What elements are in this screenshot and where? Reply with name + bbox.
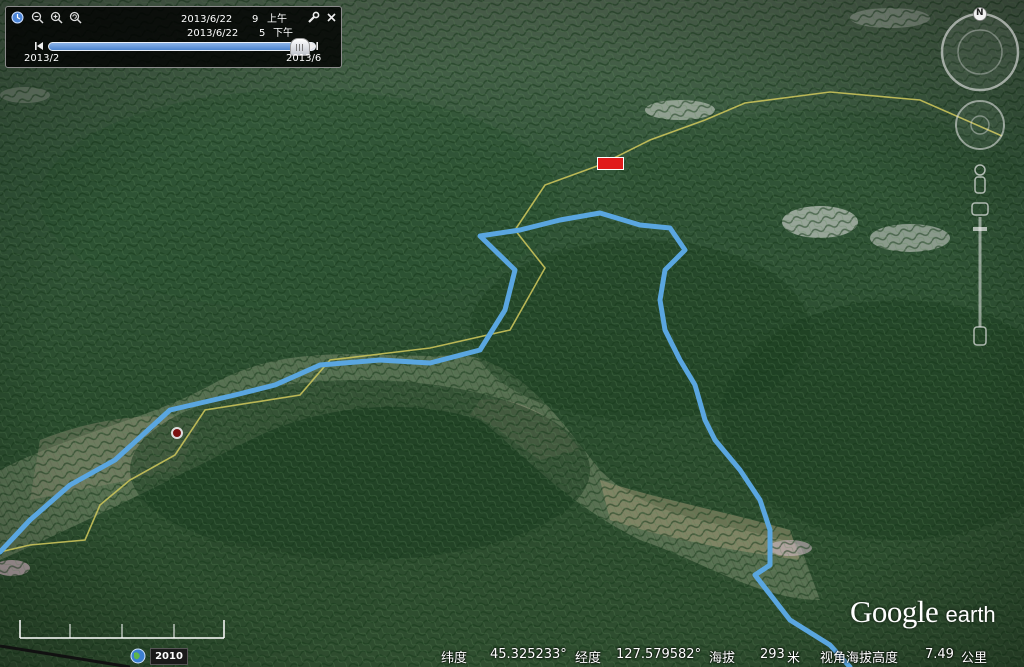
clock-icon[interactable] [10,10,24,24]
time-slider-fill [49,43,301,50]
end-date: 2013/6/22 [187,28,239,39]
end-hour: 5 [259,28,266,39]
skip-forward-icon[interactable] [307,39,321,53]
status-bar: 纬度 45.325233° 经度 127.579582° 海拔 293 米 视角… [0,644,1024,667]
elevation-label: 海拔 [709,651,736,666]
time-slider-panel: 2013/6/22 9 上午 2013/6/22 5 下午 2013/2 201… [5,6,342,68]
time-slider-track[interactable] [48,42,316,51]
latitude-label: 纬度 [441,651,468,666]
eye-altitude-unit: 公里 [961,651,988,666]
begin-date: 2013/6/22 [181,14,233,25]
look-joystick[interactable] [955,100,1005,150]
pegman-icon[interactable] [974,164,986,194]
location-pin-icon[interactable] [171,427,183,439]
north-label: N [976,8,984,18]
elevation-unit: 米 [787,651,801,666]
skip-back-icon[interactable] [32,39,46,53]
zoom-reset-icon[interactable] [68,10,82,24]
elevation-value: 293 [760,647,785,662]
satellite-terrain[interactable] [0,0,1024,667]
range-end-label: 2013/6 [286,53,322,64]
end-period: 下午 [273,28,293,39]
zoom-out-icon[interactable] [30,10,44,24]
earth-wordmark: earth [945,602,996,627]
longitude-value: 127.579582° [616,647,702,662]
red-placemark[interactable] [597,157,624,170]
google-wordmark: Google [850,594,939,629]
eye-altitude-label: 视角海拔高度 [820,651,899,666]
scale-legend [19,620,225,639]
zoom-slider[interactable] [971,202,989,346]
eye-altitude-value: 7.49 [925,647,954,662]
begin-period: 上午 [267,14,287,25]
zoom-in-icon[interactable] [49,10,63,24]
map-view[interactable]: 2013/6/22 9 上午 2013/6/22 5 下午 2013/2 201… [0,0,1024,667]
longitude-label: 经度 [575,651,602,666]
close-icon[interactable] [324,10,338,24]
navigation-controls: N [938,5,1022,355]
range-start-label: 2013/2 [24,53,60,64]
settings-wrench-icon[interactable] [306,10,320,24]
latitude-value: 45.325233° [490,647,567,662]
google-earth-logo: Google earth [850,594,996,630]
begin-hour: 9 [252,14,259,25]
compass-ring[interactable] [940,7,1020,92]
